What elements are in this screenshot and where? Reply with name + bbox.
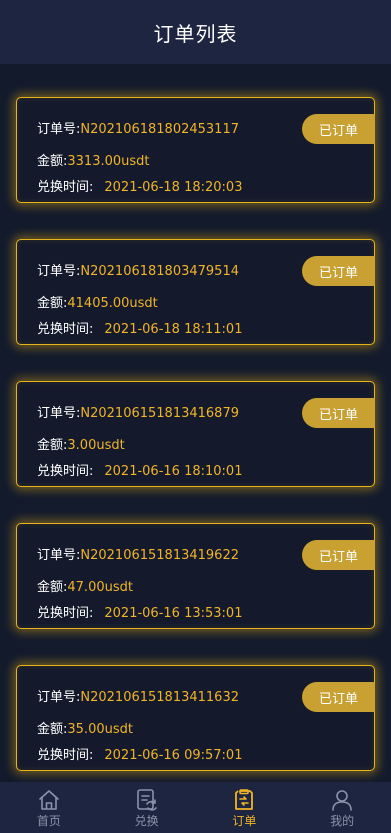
order-number-value: N202106181802453117 [80,122,239,137]
tab-orders[interactable]: 订单 [196,782,294,833]
order-card[interactable]: 订单号:N202106151813419622 金额:47.00usdt 兑换时… [16,523,375,629]
exchange-time-row: 兑换时间: 2021-06-16 18:10:01 [37,463,242,481]
exchange-time-value: 2021-06-16 18:10:01 [104,464,243,479]
order-number-label: 订单号: [37,548,81,563]
exchange-time-label: 兑换时间: [37,748,94,763]
page-header: 订单列表 [0,0,391,64]
tab-orders-label: 订单 [232,814,257,828]
exchange-time-label: 兑换时间: [37,606,94,621]
order-number-label: 订单号: [37,122,81,137]
amount-row: 金额:47.00usdt [37,579,133,597]
order-icon [235,789,254,810]
amount-value: 47.00usdt [67,580,133,595]
exchange-time-value: 2021-06-16 13:53:01 [104,606,243,621]
status-badge: 已订单 [302,540,375,570]
user-icon [332,790,352,811]
exchange-time-row: 兑换时间: 2021-06-16 09:57:01 [37,747,242,765]
tab-profile[interactable]: 我的 [293,782,391,833]
tab-home[interactable]: 首页 [0,782,98,833]
amount-label: 金额: [37,296,68,311]
status-badge: 已订单 [302,256,375,286]
tab-home-label: 首页 [36,814,61,828]
amount-value: 41405.00usdt [67,296,158,311]
amount-label: 金额: [37,722,68,737]
page-title: 订单列表 [153,21,238,46]
status-badge: 已订单 [302,682,375,712]
order-number-label: 订单号: [37,690,81,705]
order-number-value: N202106151813411632 [80,690,239,705]
amount-label: 金额: [37,438,68,453]
exchange-time-row: 兑换时间: 2021-06-18 18:20:03 [37,179,242,197]
order-number-row: 订单号:N202106181802453117 [37,121,239,139]
amount-label: 金额: [37,154,68,169]
amount-row: 金额:3.00usdt [37,437,125,455]
exchange-time-value: 2021-06-18 18:11:01 [104,322,243,337]
amount-row: 金额:41405.00usdt [37,295,158,313]
order-number-row: 订单号:N202106151813416879 [37,405,239,423]
amount-row: 金额:3313.00usdt [37,153,150,171]
home-icon [39,790,59,810]
status-badge: 已订单 [302,114,375,144]
order-number-row: 订单号:N202106181803479514 [37,263,239,281]
exchange-time-value: 2021-06-18 18:20:03 [104,180,243,195]
order-card[interactable]: 订单号:N202106181803479514 金额:41405.00usdt … [16,239,375,345]
amount-label: 金额: [37,580,68,595]
exchange-icon [136,789,157,811]
order-number-row: 订单号:N202106151813419622 [37,547,239,565]
exchange-time-row: 兑换时间: 2021-06-18 18:11:01 [37,321,242,339]
tab-profile-label: 我的 [330,814,355,828]
order-number-label: 订单号: [37,406,81,421]
exchange-time-label: 兑换时间: [37,464,94,479]
order-number-label: 订单号: [37,264,81,279]
amount-value: 3313.00usdt [67,154,150,169]
bottom-tab-bar: 首页 兑换 订单 我的 [0,782,391,833]
order-card[interactable]: 订单号:N202106181802453117 金额:3313.00usdt 兑… [16,97,375,203]
exchange-time-label: 兑换时间: [37,180,94,195]
tab-exchange[interactable]: 兑换 [98,782,196,833]
order-card[interactable]: 订单号:N202106151813416879 金额:3.00usdt 兑换时间… [16,381,375,487]
order-number-value: N202106151813419622 [80,548,239,563]
order-number-value: N202106181803479514 [80,264,239,279]
amount-value: 3.00usdt [67,438,125,453]
amount-row: 金额:35.00usdt [37,721,133,739]
amount-value: 35.00usdt [67,722,133,737]
exchange-time-value: 2021-06-16 09:57:01 [104,748,243,763]
order-list[interactable]: 订单号:N202106181802453117 金额:3313.00usdt 兑… [0,64,391,782]
tab-exchange-label: 兑换 [134,814,159,828]
exchange-time-label: 兑换时间: [37,322,94,337]
status-badge: 已订单 [302,398,375,428]
order-card[interactable]: 订单号:N202106151813411632 金额:35.00usdt 兑换时… [16,665,375,771]
exchange-time-row: 兑换时间: 2021-06-16 13:53:01 [37,605,242,623]
order-number-value: N202106151813416879 [80,406,239,421]
order-number-row: 订单号:N202106151813411632 [37,689,239,707]
